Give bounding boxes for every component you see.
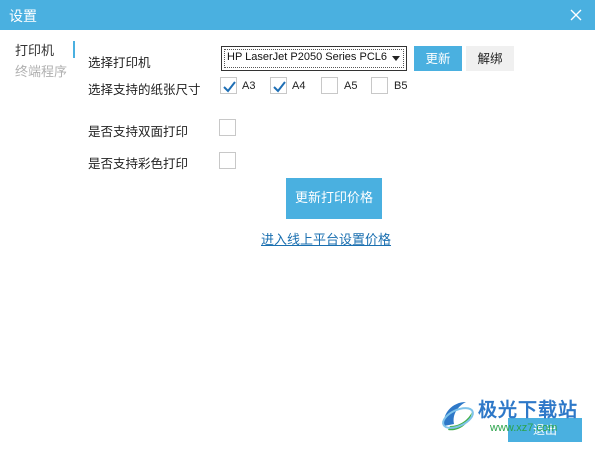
color-print-checkbox[interactable]: [219, 152, 236, 169]
paper-a5-checkbox[interactable]: [321, 77, 338, 94]
paper-a4-checkbox[interactable]: [270, 77, 287, 94]
title-bar: 设置: [0, 0, 595, 30]
watermark-logo-icon: [442, 402, 474, 431]
update-price-button[interactable]: 更新打印价格: [286, 178, 382, 219]
color-print-label: 是否支持彩色打印: [88, 156, 189, 171]
sidebar-active-indicator: [73, 41, 75, 58]
duplex-checkbox[interactable]: [219, 119, 236, 136]
close-icon[interactable]: [569, 8, 583, 22]
checkmark-icon: [223, 81, 236, 93]
duplex-label: 是否支持双面打印: [88, 124, 189, 139]
unbind-button[interactable]: 解绑: [466, 46, 514, 71]
chevron-down-icon: [392, 56, 400, 61]
sidebar-item-terminal[interactable]: 终端程序: [15, 61, 67, 80]
watermark-url: www.xz7.com: [490, 422, 558, 434]
paper-a5-label: A5: [344, 80, 358, 92]
watermark-brand: 极光下载站: [478, 399, 579, 421]
paper-b5-label: B5: [394, 80, 408, 92]
printer-select-value: HP LaserJet P2050 Series PCL6: [227, 51, 387, 63]
window-title: 设置: [9, 9, 37, 25]
printer-select[interactable]: HP LaserJet P2050 Series PCL6: [221, 46, 407, 71]
refresh-button[interactable]: 更新: [414, 46, 462, 71]
paper-a3-label: A3: [242, 80, 256, 92]
paper-size-label: 选择支持的纸张尺寸: [88, 82, 201, 97]
checkmark-icon: [273, 81, 286, 93]
paper-a4-label: A4: [292, 80, 306, 92]
printer-select-label: 选择打印机: [88, 55, 151, 70]
sidebar: 打印机 终端程序: [0, 30, 78, 449]
sidebar-item-printer[interactable]: 打印机: [15, 40, 54, 59]
paper-b5-checkbox[interactable]: [371, 77, 388, 94]
online-price-link[interactable]: 进入线上平台设置价格: [261, 229, 391, 248]
watermark: 极光下载站 www.xz7.com: [438, 392, 588, 440]
paper-a3-checkbox[interactable]: [220, 77, 237, 94]
